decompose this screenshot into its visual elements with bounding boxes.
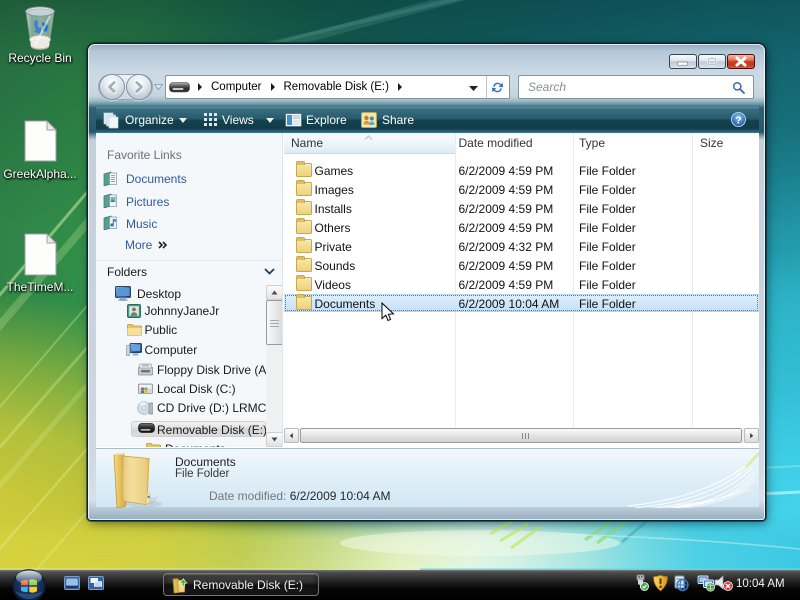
svg-text:?: ? <box>735 114 741 126</box>
